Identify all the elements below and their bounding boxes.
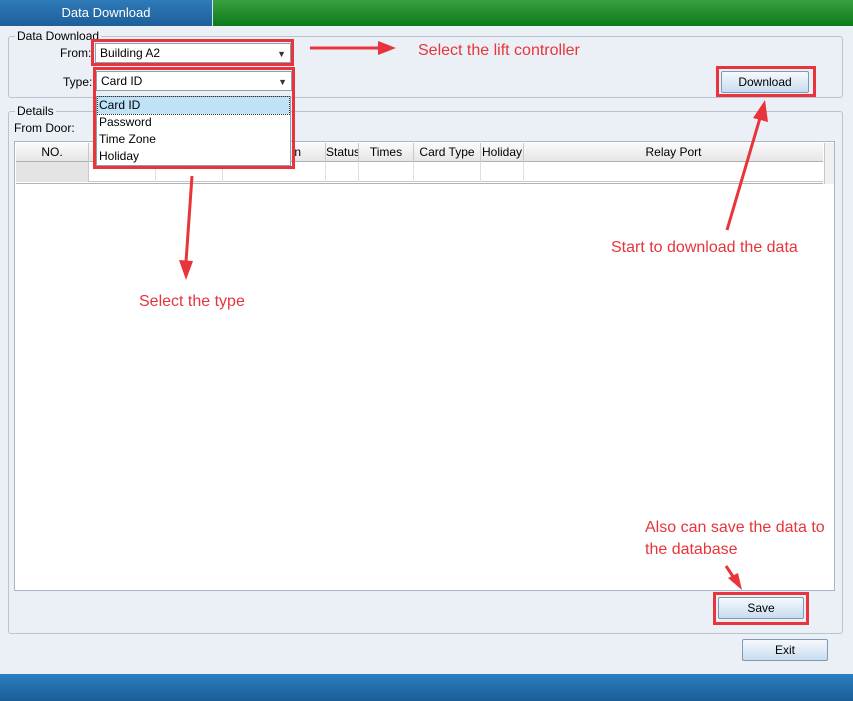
- table-scrollbar[interactable]: [824, 143, 834, 184]
- table-cell[interactable]: [326, 162, 359, 182]
- col-header-no[interactable]: NO.: [16, 143, 89, 162]
- from-door-label: From Door:: [14, 121, 75, 135]
- table-cell[interactable]: [481, 162, 524, 182]
- window-titlebar: Data Download: [0, 0, 853, 26]
- col-header-relay-port[interactable]: Relay Port: [524, 143, 823, 162]
- window-footer: [0, 674, 853, 701]
- highlight-download-button: [716, 66, 816, 97]
- row-header[interactable]: [16, 162, 89, 182]
- annotation-select-type: Select the type: [139, 293, 245, 310]
- col-header-status[interactable]: Status: [326, 143, 359, 162]
- highlight-save-button: [713, 592, 809, 625]
- col-header-holiday[interactable]: Holiday: [481, 143, 524, 162]
- type-label: Type:: [63, 75, 93, 89]
- highlight-type-select: [93, 67, 295, 169]
- data-download-legend: Data Download: [15, 29, 102, 43]
- window-title-tab[interactable]: Data Download: [0, 0, 213, 26]
- annotation-start-download: Start to download the data: [611, 239, 798, 256]
- exit-button[interactable]: Exit: [742, 639, 828, 661]
- col-header-card-type[interactable]: Card Type: [414, 143, 481, 162]
- details-legend: Details: [15, 104, 56, 118]
- table-cell[interactable]: [414, 162, 481, 182]
- highlight-from-select: [91, 39, 294, 66]
- table-cell[interactable]: [359, 162, 414, 182]
- annotation-save-line1: Also can save the data to: [645, 519, 825, 536]
- annotation-save-line2: the database: [645, 541, 738, 558]
- table-divider: [16, 183, 823, 184]
- annotation-lift-controller: Select the lift controller: [418, 42, 580, 59]
- col-header-times[interactable]: Times: [359, 143, 414, 162]
- from-label: From:: [60, 46, 92, 60]
